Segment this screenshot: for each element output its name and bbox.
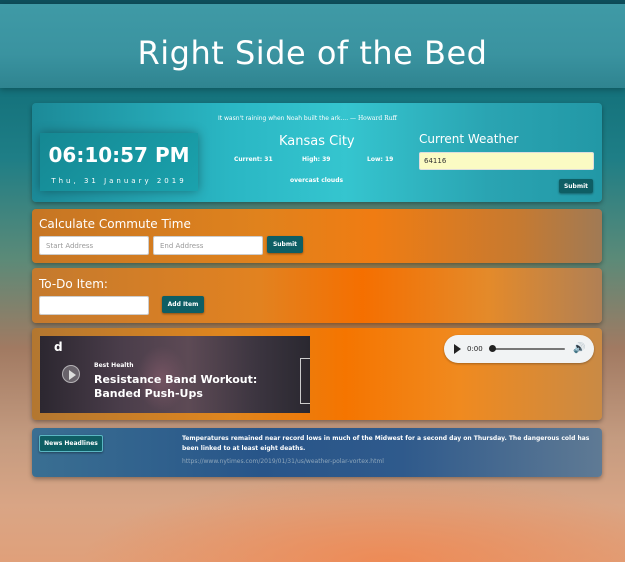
quote-author: Howard Ruff bbox=[357, 115, 397, 122]
page-header: Right Side of the Bed bbox=[0, 4, 625, 88]
city-name: Kansas City bbox=[279, 134, 355, 149]
low-temp: Low: 19 bbox=[367, 156, 394, 163]
current-temp: Current: 31 bbox=[234, 156, 273, 163]
weather-description: overcast clouds bbox=[290, 177, 344, 184]
add-item-button[interactable]: Add Item bbox=[162, 296, 204, 313]
clock-box: 06:10:57 PM Thu, 31 January 2019 bbox=[40, 133, 198, 191]
zip-input[interactable] bbox=[419, 152, 594, 170]
video-logo: d bbox=[54, 340, 63, 354]
video-title: Resistance Band Workout: Banded Push-Ups bbox=[94, 373, 258, 400]
high-temp: High: 39 bbox=[302, 156, 331, 163]
news-link[interactable]: https://www.nytimes.com/2019/01/31/us/we… bbox=[182, 458, 384, 465]
weather-submit-button[interactable]: Submit bbox=[559, 179, 593, 193]
audio-player[interactable]: 0:00 🔊 bbox=[444, 335, 594, 363]
clock-date: Thu, 31 January 2019 bbox=[51, 177, 187, 185]
commute-panel: Calculate Commute Time Submit bbox=[32, 209, 602, 263]
video-side-frame bbox=[300, 358, 310, 404]
todo-input[interactable] bbox=[39, 296, 149, 315]
start-address-input[interactable] bbox=[39, 236, 149, 255]
video-player[interactable]: d Best Health Resistance Band Workout: B… bbox=[40, 336, 310, 413]
weather-panel: It wasn't raining when Noah built the ar… bbox=[32, 103, 602, 202]
clock-time: 06:10:57 PM bbox=[48, 143, 190, 167]
play-icon[interactable] bbox=[62, 365, 80, 383]
news-headlines-button[interactable]: News Headlines bbox=[39, 435, 103, 452]
page-title: Right Side of the Bed bbox=[137, 34, 488, 72]
audio-seek-handle[interactable] bbox=[489, 345, 496, 352]
end-address-input[interactable] bbox=[153, 236, 263, 255]
todo-title: To-Do Item: bbox=[39, 277, 108, 291]
todo-panel: To-Do Item: Add Item bbox=[32, 268, 602, 323]
news-headline: Temperatures remained near record lows i… bbox=[182, 435, 590, 452]
volume-icon[interactable]: 🔊 bbox=[573, 343, 585, 354]
commute-submit-button[interactable]: Submit bbox=[267, 236, 303, 253]
quote: It wasn't raining when Noah built the ar… bbox=[218, 115, 397, 122]
commute-title: Calculate Commute Time bbox=[39, 217, 191, 231]
video-channel: Best Health bbox=[94, 362, 134, 369]
audio-play-icon[interactable] bbox=[454, 344, 461, 354]
audio-time: 0:00 bbox=[467, 345, 483, 353]
quote-text: It wasn't raining when Noah built the ar… bbox=[218, 115, 357, 122]
audio-seek-bar[interactable] bbox=[491, 348, 565, 350]
media-panel: d Best Health Resistance Band Workout: B… bbox=[32, 328, 602, 420]
current-weather-title: Current Weather bbox=[419, 132, 519, 146]
news-panel: News Headlines Temperatures remained nea… bbox=[32, 428, 602, 477]
